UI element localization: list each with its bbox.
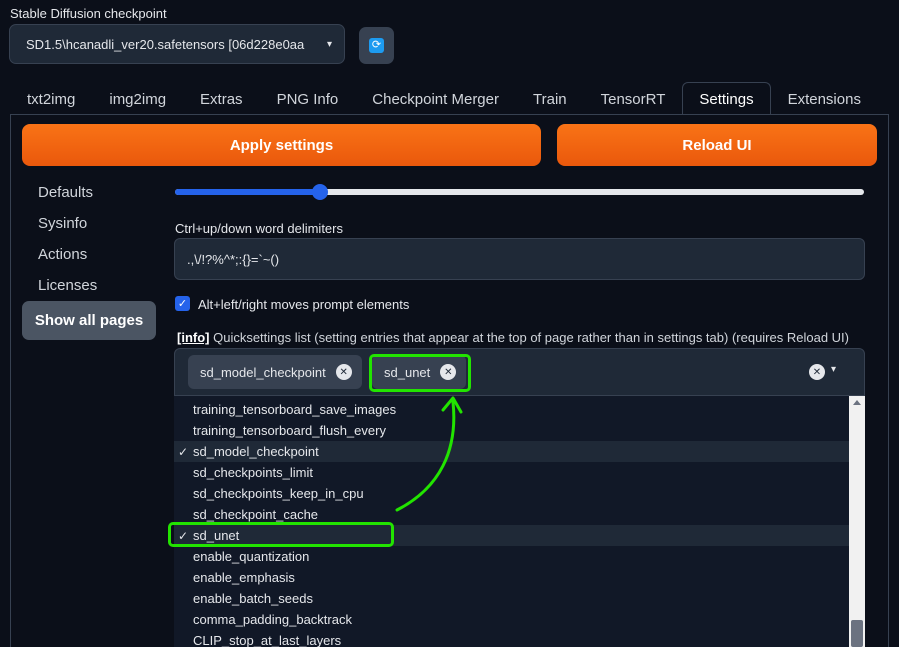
main-tabs: txt2img img2img Extras PNG Info Checkpoi… — [10, 82, 878, 115]
scroll-up-icon[interactable] — [853, 400, 861, 405]
alt-arrow-label: Alt+left/right moves prompt elements — [198, 297, 410, 312]
delimiters-label: Ctrl+up/down word delimiters — [175, 221, 343, 236]
list-item[interactable]: sd_checkpoints_keep_in_cpu — [174, 483, 849, 504]
tab-checkpoint-merger[interactable]: Checkpoint Merger — [355, 82, 516, 115]
quicksettings-label-text: Quicksettings list (setting entries that… — [209, 330, 849, 345]
clear-all-icon[interactable]: ✕ — [809, 364, 825, 380]
tab-settings[interactable]: Settings — [682, 82, 771, 115]
sidebar-item-sysinfo[interactable]: Sysinfo — [38, 215, 87, 232]
option-label: enable_emphasis — [193, 570, 295, 585]
option-label: sd_unet — [193, 528, 240, 543]
apply-settings-button[interactable]: Apply settings — [22, 124, 541, 166]
list-item[interactable]: training_tensorboard_flush_every — [174, 420, 849, 441]
close-icon[interactable]: ✕ — [440, 364, 457, 380]
token-label: sd_unet — [384, 364, 431, 380]
reload-ui-button[interactable]: Reload UI — [557, 124, 877, 166]
alt-arrow-checkbox[interactable]: ✓ — [175, 296, 190, 311]
token-label: sd_model_checkpoint — [200, 364, 326, 380]
tab-train[interactable]: Train — [516, 82, 584, 115]
checkpoint-value: SD1.5\hcanadli_ver20.safetensors [06d228… — [26, 36, 305, 52]
list-item[interactable]: ✓ sd_unet — [174, 525, 849, 546]
tab-img2img[interactable]: img2img — [92, 82, 183, 115]
close-icon[interactable]: ✕ — [335, 364, 352, 380]
option-label: training_tensorboard_save_images — [193, 402, 397, 417]
tab-extensions[interactable]: Extensions — [771, 82, 878, 115]
sidebar-item-licenses[interactable]: Licenses — [38, 277, 97, 294]
tab-txt2img[interactable]: txt2img — [10, 82, 92, 115]
option-label: sd_checkpoints_limit — [193, 465, 313, 480]
tab-png-info[interactable]: PNG Info — [260, 82, 356, 115]
list-item[interactable]: enable_quantization — [174, 546, 849, 567]
check-icon: ✓ — [177, 298, 188, 310]
option-label: enable_batch_seeds — [193, 591, 313, 606]
list-item[interactable]: enable_emphasis — [174, 567, 849, 588]
info-link[interactable]: [info] — [177, 330, 209, 345]
refresh-checkpoint-button[interactable]: ⟳ — [359, 27, 394, 64]
show-all-pages-button[interactable]: Show all pages — [22, 301, 156, 340]
token-sd-model-checkpoint: sd_model_checkpoint ✕ — [188, 355, 362, 389]
list-item[interactable]: sd_checkpoints_limit — [174, 462, 849, 483]
list-item[interactable]: ✓ sd_model_checkpoint — [174, 441, 849, 462]
slider-fill — [175, 189, 320, 195]
list-item[interactable]: enable_batch_seeds — [174, 588, 849, 609]
checkpoint-dropdown[interactable]: SD1.5\hcanadli_ver20.safetensors [06d228… — [9, 24, 345, 64]
chevron-down-icon[interactable]: ▾ — [831, 364, 836, 375]
scrollbar-thumb[interactable] — [851, 620, 863, 647]
list-item[interactable]: CLIP_stop_at_last_layers — [174, 630, 849, 647]
tab-tensorrt[interactable]: TensorRT — [584, 82, 683, 115]
list-item[interactable]: training_tensorboard_save_images — [174, 399, 849, 420]
sidebar-item-actions[interactable]: Actions — [38, 246, 87, 263]
options-scrollbar[interactable] — [849, 396, 865, 647]
option-label: enable_quantization — [193, 549, 310, 564]
list-item[interactable]: comma_padding_backtrack — [174, 609, 849, 630]
delimiters-input[interactable]: .,\/!?%^*;:{}=`~() — [174, 238, 865, 280]
refresh-icon: ⟳ — [369, 38, 384, 53]
tab-extras[interactable]: Extras — [183, 82, 260, 115]
option-label: sd_checkpoint_cache — [193, 507, 319, 522]
list-item[interactable]: sd_checkpoint_cache — [174, 504, 849, 525]
checkpoint-label: Stable Diffusion checkpoint — [10, 6, 167, 21]
slider-track[interactable] — [175, 189, 864, 195]
option-label: training_tensorboard_flush_every — [193, 423, 386, 438]
token-sd-unet: sd_unet ✕ — [372, 355, 467, 389]
option-label: comma_padding_backtrack — [193, 612, 352, 627]
chevron-down-icon: ▾ — [326, 38, 332, 50]
option-label: sd_model_checkpoint — [193, 444, 319, 459]
slider-handle[interactable] — [311, 184, 328, 200]
quicksettings-label: [info] Quicksettings list (setting entri… — [177, 330, 849, 345]
sidebar-item-defaults[interactable]: Defaults — [38, 184, 93, 201]
option-label: sd_checkpoints_keep_in_cpu — [193, 486, 364, 501]
check-icon: ✓ — [178, 444, 189, 459]
option-label: CLIP_stop_at_last_layers — [193, 633, 342, 647]
check-icon: ✓ — [178, 528, 189, 543]
quicksettings-options-list: training_tensorboard_save_images trainin… — [174, 396, 865, 647]
